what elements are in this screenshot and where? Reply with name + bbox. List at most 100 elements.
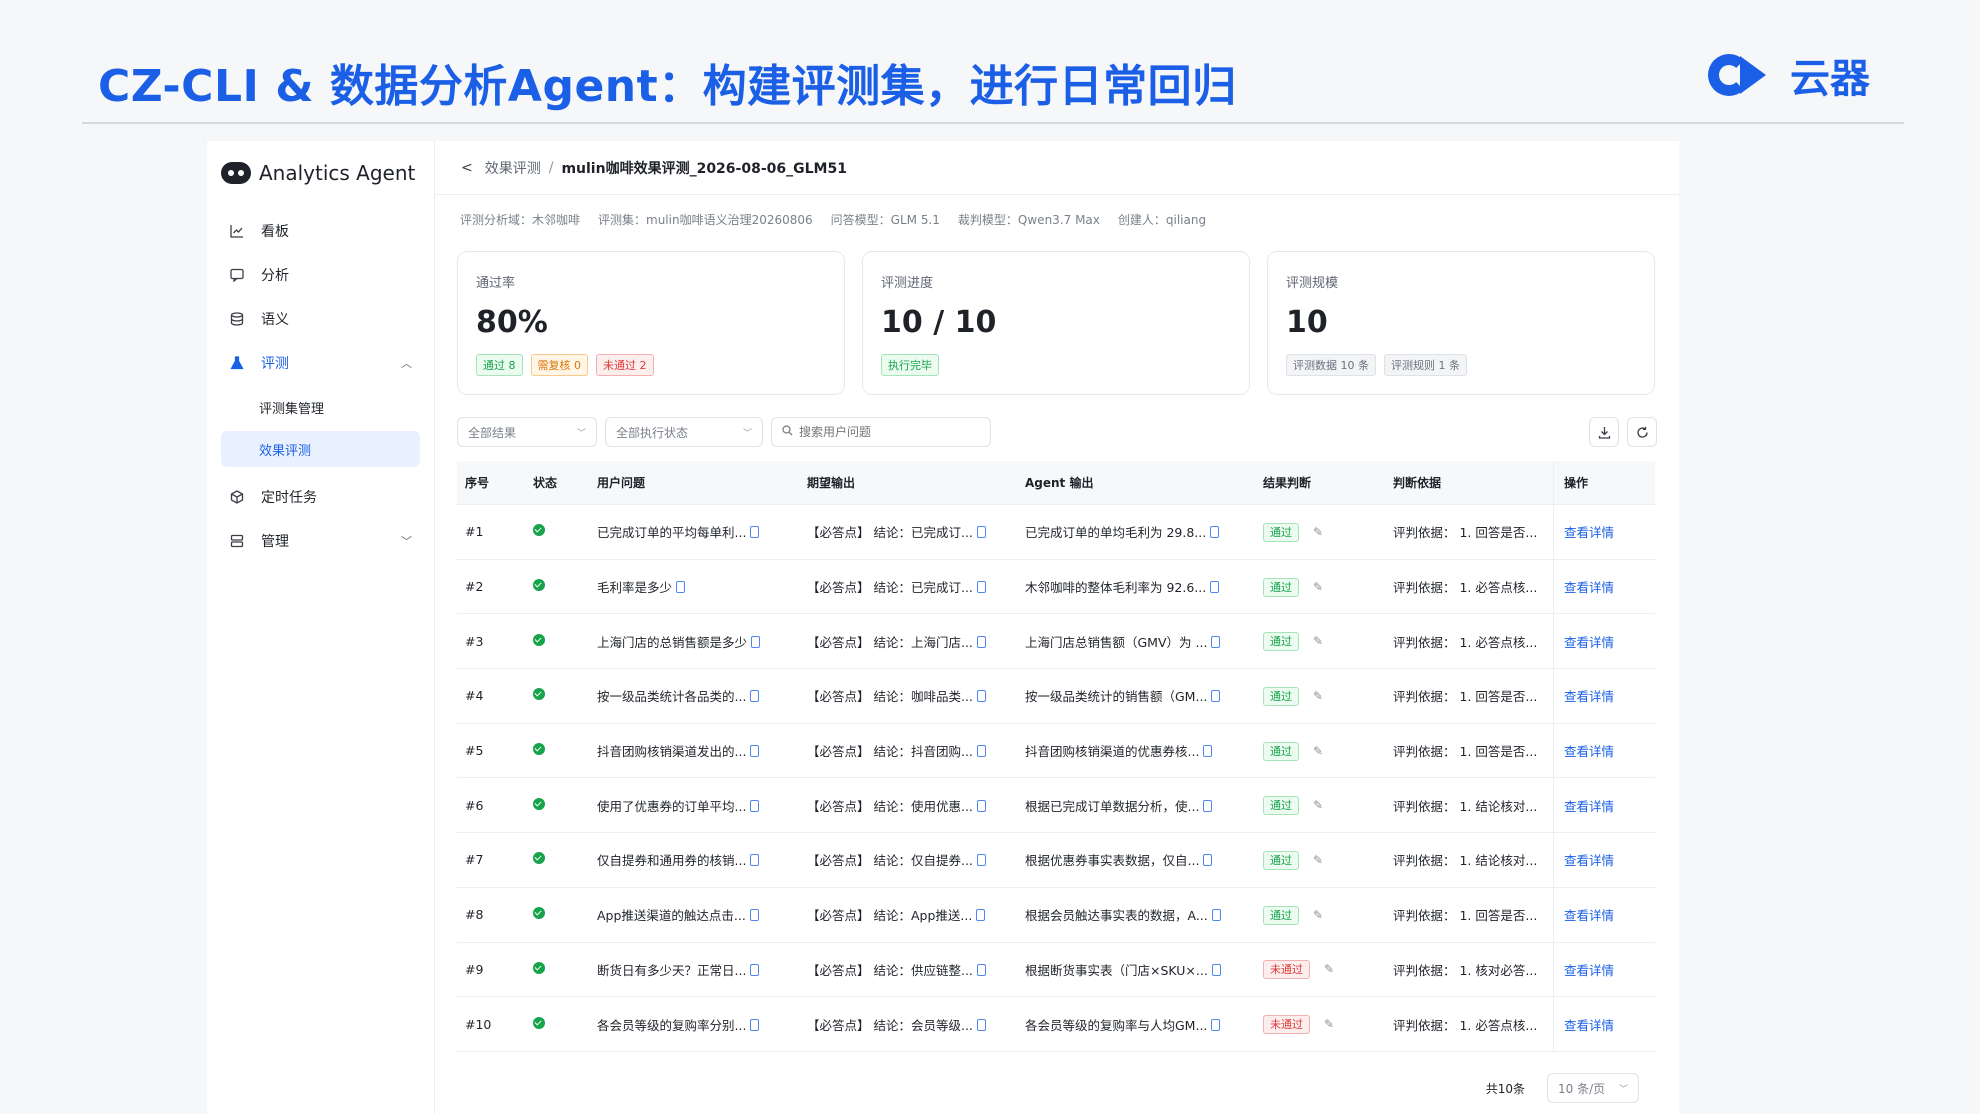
copy-icon[interactable] bbox=[750, 745, 760, 758]
copy-icon[interactable] bbox=[1211, 909, 1221, 922]
exec-status-filter-select[interactable]: 全部执行状态 ﹀ bbox=[605, 417, 763, 447]
edit-pencil-icon[interactable]: ✎ bbox=[1313, 580, 1323, 594]
copy-icon[interactable] bbox=[676, 581, 686, 594]
edit-pencil-icon[interactable]: ✎ bbox=[1324, 1017, 1334, 1031]
header-agent-output: Agent 输出 bbox=[1025, 476, 1094, 490]
refresh-button[interactable] bbox=[1627, 417, 1657, 447]
copy-icon[interactable] bbox=[1211, 635, 1221, 648]
breadcrumb-parent[interactable]: 效果评测 bbox=[485, 158, 541, 178]
status-cell bbox=[527, 907, 597, 922]
copy-icon[interactable] bbox=[976, 635, 986, 648]
view-detail-link[interactable]: 查看详情 bbox=[1564, 960, 1614, 979]
app-logo[interactable]: Analytics Agent bbox=[221, 155, 420, 191]
question-text: 使用了优惠券的订单平均... bbox=[597, 798, 747, 814]
copy-icon[interactable] bbox=[750, 963, 760, 976]
reason-text: 评判依据： 1. 必答点核... bbox=[1393, 580, 1538, 596]
download-button[interactable] bbox=[1589, 417, 1619, 447]
copy-icon[interactable] bbox=[1210, 581, 1220, 594]
copy-icon[interactable] bbox=[976, 745, 986, 758]
chart-icon bbox=[229, 223, 245, 239]
view-detail-link[interactable]: 查看详情 bbox=[1564, 522, 1614, 541]
status-cell bbox=[527, 1016, 597, 1032]
question-cell: 抖音团购核销渠道发出的... bbox=[597, 741, 807, 760]
copy-icon[interactable] bbox=[1211, 690, 1221, 703]
reason-text: 评判依据： 1. 核对必答... bbox=[1393, 962, 1538, 978]
page-size-select[interactable]: 10 条/页 ﹀ bbox=[1547, 1073, 1639, 1103]
judgement-badge: 通过 bbox=[1263, 850, 1299, 870]
edit-pencil-icon[interactable]: ✎ bbox=[1313, 634, 1323, 648]
copy-icon[interactable] bbox=[750, 1018, 760, 1031]
copy-icon[interactable] bbox=[750, 854, 760, 867]
copy-icon[interactable] bbox=[750, 799, 760, 812]
select-value: 全部执行状态 bbox=[616, 425, 689, 440]
copy-icon[interactable] bbox=[1203, 799, 1213, 812]
result-filter-select[interactable]: 全部结果 ﹀ bbox=[457, 417, 597, 447]
table-tools bbox=[1589, 417, 1657, 447]
sidebar-item-dashboard[interactable]: 看板 bbox=[221, 211, 420, 251]
copy-icon[interactable] bbox=[751, 635, 761, 648]
edit-pencil-icon[interactable]: ✎ bbox=[1313, 525, 1323, 539]
view-detail-link[interactable]: 查看详情 bbox=[1564, 632, 1614, 651]
expected-cell: 【必答点】 结论：供应链整... bbox=[807, 960, 1025, 979]
header-no: 序号 bbox=[465, 476, 490, 490]
view-detail-link[interactable]: 查看详情 bbox=[1564, 1015, 1614, 1034]
copy-icon[interactable] bbox=[1211, 963, 1221, 976]
breadcrumb-separator: / bbox=[548, 159, 554, 176]
table-row: #6 使用了优惠券的订单平均... 【必答点】 结论：使用优惠... 根据已完成… bbox=[457, 778, 1655, 834]
agent-output-cell: 上海门店总销售额（GMV）为 ... bbox=[1025, 632, 1263, 651]
agent-output-text: 根据已完成订单数据分析，使... bbox=[1025, 798, 1200, 814]
copy-icon[interactable] bbox=[976, 690, 986, 703]
view-detail-link[interactable]: 查看详情 bbox=[1564, 577, 1614, 596]
copy-icon[interactable] bbox=[976, 581, 986, 594]
judgement-badge: 通过 bbox=[1263, 632, 1299, 652]
sidebar-item-semantic[interactable]: 语义 bbox=[221, 299, 420, 339]
copy-icon[interactable] bbox=[1210, 526, 1220, 539]
sidebar-item-management[interactable]: 管理 ﹀ bbox=[221, 521, 420, 561]
sidebar-subitem-dataset-management[interactable]: 评测集管理 bbox=[221, 389, 420, 425]
edit-pencil-icon[interactable]: ✎ bbox=[1313, 798, 1323, 812]
judgement-cell: 通过 ✎ bbox=[1263, 577, 1393, 597]
copy-icon[interactable] bbox=[976, 1018, 986, 1031]
copy-icon[interactable] bbox=[750, 526, 760, 539]
view-detail-link[interactable]: 查看详情 bbox=[1564, 741, 1614, 760]
meta-qa-model: 问答模型：GLM 5.1 bbox=[830, 213, 940, 227]
copy-icon[interactable] bbox=[976, 526, 986, 539]
select-value: 10 条/页 bbox=[1558, 1081, 1606, 1096]
back-chevron-icon[interactable]: < bbox=[461, 160, 473, 176]
copy-icon[interactable] bbox=[976, 854, 986, 867]
select-value: 全部结果 bbox=[468, 425, 517, 440]
edit-pencil-icon[interactable]: ✎ bbox=[1313, 908, 1323, 922]
search-input[interactable] bbox=[799, 425, 979, 439]
sidebar-item-scheduled-tasks[interactable]: 定时任务 bbox=[221, 477, 420, 517]
copy-icon[interactable] bbox=[749, 909, 759, 922]
download-icon bbox=[1598, 426, 1610, 439]
copy-icon[interactable] bbox=[750, 690, 760, 703]
copy-icon[interactable] bbox=[1203, 745, 1213, 758]
edit-pencil-icon[interactable]: ✎ bbox=[1313, 744, 1323, 758]
edit-pencil-icon[interactable]: ✎ bbox=[1313, 853, 1323, 867]
copy-icon[interactable] bbox=[1211, 1018, 1221, 1031]
copy-icon[interactable] bbox=[976, 963, 986, 976]
sidebar-item-evaluation[interactable]: 评测 ︿ bbox=[221, 343, 420, 383]
sidebar-item-analysis[interactable]: 分析 bbox=[221, 255, 420, 295]
edit-pencil-icon[interactable]: ✎ bbox=[1313, 689, 1323, 703]
copy-icon[interactable] bbox=[976, 799, 986, 812]
sidebar-subitem-effect-evaluation[interactable]: 效果评测 bbox=[221, 431, 420, 467]
view-detail-link[interactable]: 查看详情 bbox=[1564, 905, 1614, 924]
copy-icon[interactable] bbox=[976, 909, 986, 922]
agent-output-text: 抖音团购核销渠道的优惠券核... bbox=[1025, 744, 1200, 760]
question-text: 毛利率是多少 bbox=[597, 580, 673, 596]
card-label: 通过率 bbox=[476, 276, 516, 291]
agent-output-cell: 木邻咖啡的整体毛利率为 92.6... bbox=[1025, 577, 1263, 596]
search-box[interactable] bbox=[771, 417, 991, 447]
view-detail-link[interactable]: 查看详情 bbox=[1564, 796, 1614, 815]
reason-text: 评判依据： 1. 结论核对... bbox=[1393, 798, 1538, 814]
chevron-down-icon: ﹀ bbox=[401, 535, 412, 548]
action-cell: 查看详情 bbox=[1553, 505, 1655, 559]
copy-icon[interactable] bbox=[1203, 854, 1213, 867]
brand-logo: 云器 bbox=[1708, 46, 1870, 104]
question-text: 断货日有多少天？正常日... bbox=[597, 962, 747, 978]
edit-pencil-icon[interactable]: ✎ bbox=[1324, 962, 1334, 976]
view-detail-link[interactable]: 查看详情 bbox=[1564, 850, 1614, 869]
view-detail-link[interactable]: 查看详情 bbox=[1564, 686, 1614, 705]
